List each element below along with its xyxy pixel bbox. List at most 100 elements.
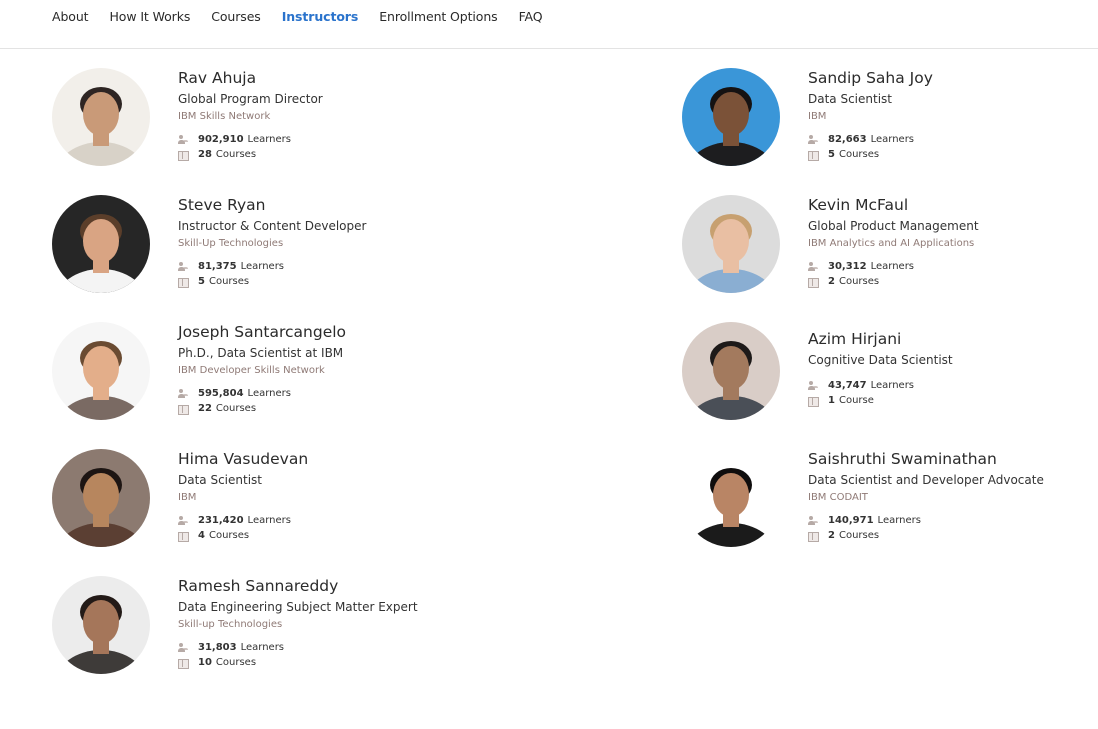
instructor-info: Ramesh Sannareddy Data Engineering Subje…	[178, 576, 498, 670]
courses-label: Courses	[208, 529, 250, 541]
instructor-name[interactable]: Kevin McFaul	[808, 195, 1098, 216]
learners-label: Learners	[247, 514, 291, 526]
instructor-portrait	[52, 576, 150, 674]
instructor-card: Sandip Saha Joy Data Scientist IBM 82,66…	[682, 68, 1098, 178]
courses-stat: 5 Courses	[808, 147, 1098, 162]
instructor-photo[interactable]	[52, 195, 150, 293]
instructor-card: Hima Vasudevan Data Scientist IBM 231,42…	[52, 449, 502, 559]
instructor-name[interactable]: Ramesh Sannareddy	[178, 576, 498, 597]
instructor-card: Azim Hirjani Cognitive Data Scientist 43…	[682, 322, 1098, 432]
learners-icon	[808, 380, 820, 391]
instructor-organization: IBM Analytics and AI Applications	[808, 238, 975, 249]
instructor-photo[interactable]	[52, 576, 150, 674]
instructor-photo[interactable]	[682, 322, 780, 420]
instructor-stats: 30,312 Learners 2 Courses	[808, 259, 1098, 289]
nav-list: About How It Works Courses Instructors E…	[52, 8, 564, 25]
learners-label: Learners	[870, 260, 915, 272]
courses-icon	[178, 277, 190, 288]
instructor-name[interactable]: Rav Ahuja	[178, 68, 498, 89]
instructor-portrait	[52, 195, 150, 293]
instructor-name[interactable]: Azim Hirjani	[808, 329, 1098, 350]
instructor-organization: IBM	[808, 111, 827, 122]
portrait-face	[83, 473, 119, 517]
learners-count: 31,803	[198, 641, 237, 653]
portrait-face	[83, 346, 119, 390]
nav-item-enrollment-options[interactable]: Enrollment Options	[379, 8, 497, 25]
learners-label: Learners	[870, 133, 915, 145]
instructor-photo[interactable]	[682, 68, 780, 166]
courses-stat: 5 Courses	[178, 274, 498, 289]
instructor-title: Data Scientist and Developer Advocate	[808, 473, 1044, 487]
nav-item-faq[interactable]: FAQ	[519, 8, 543, 25]
portrait-face	[713, 473, 749, 517]
learners-label: Learners	[877, 514, 921, 526]
learners-stat: 902,910 Learners	[178, 132, 498, 147]
courses-stat: 22 Courses	[178, 401, 498, 416]
instructor-stats: 595,804 Learners 22 Courses	[178, 386, 498, 416]
instructor-portrait	[682, 68, 780, 166]
courses-label: Courses	[838, 148, 880, 160]
learners-icon	[808, 515, 820, 526]
instructor-name[interactable]: Joseph Santarcangelo	[178, 322, 498, 343]
instructor-photo[interactable]	[52, 68, 150, 166]
instructor-card: Joseph Santarcangelo Ph.D., Data Scienti…	[52, 322, 502, 432]
courses-icon	[178, 150, 190, 161]
instructor-name[interactable]: Steve Ryan	[178, 195, 498, 216]
instructor-portrait	[52, 322, 150, 420]
courses-count: 22	[198, 402, 212, 414]
instructor-organization: Skill-up Technologies	[178, 619, 283, 630]
courses-icon	[178, 404, 190, 415]
courses-label: Course	[838, 394, 874, 406]
courses-count: 1	[828, 394, 835, 406]
instructor-title: Cognitive Data Scientist	[808, 353, 953, 367]
instructor-info: Saishruthi Swaminathan Data Scientist an…	[808, 449, 1098, 543]
instructor-photo[interactable]	[682, 449, 780, 547]
learners-stat: 140,971 Learners	[808, 513, 1098, 528]
instructor-info: Hima Vasudevan Data Scientist IBM 231,42…	[178, 449, 498, 543]
courses-count: 2	[828, 275, 835, 287]
instructor-stats: 81,375 Learners 5 Courses	[178, 259, 498, 289]
learners-stat: 31,803 Learners	[178, 640, 498, 655]
nav-item-how-it-works[interactable]: How It Works	[109, 8, 190, 25]
instructor-stats: 231,420 Learners 4 Courses	[178, 513, 498, 543]
learners-count: 902,910	[198, 133, 244, 145]
instructor-photo[interactable]	[52, 322, 150, 420]
learners-count: 43,747	[828, 379, 867, 391]
courses-stat: 10 Courses	[178, 655, 498, 670]
learners-icon	[178, 642, 190, 653]
courses-stat: 2 Courses	[808, 528, 1098, 543]
instructor-title: Global Product Management	[808, 219, 979, 233]
instructor-name[interactable]: Saishruthi Swaminathan	[808, 449, 1098, 470]
portrait-face	[83, 92, 119, 136]
instructor-info: Kevin McFaul Global Product Management I…	[808, 195, 1098, 289]
courses-icon	[808, 150, 820, 161]
courses-count: 4	[198, 529, 205, 541]
instructor-card: Rav Ahuja Global Program Director IBM Sk…	[52, 68, 502, 178]
nav-item-about[interactable]: About	[52, 8, 89, 25]
instructor-title: Data Engineering Subject Matter Expert	[178, 600, 418, 614]
courses-label: Courses	[838, 529, 880, 541]
learners-icon	[178, 261, 190, 272]
nav-item-instructors[interactable]: Instructors	[282, 8, 359, 25]
courses-stat: 4 Courses	[178, 528, 498, 543]
instructor-card: Steve Ryan Instructor & Content Develope…	[52, 195, 502, 305]
instructor-portrait	[52, 449, 150, 547]
instructor-photo[interactable]	[682, 195, 780, 293]
learners-label: Learners	[247, 133, 291, 145]
instructor-photo[interactable]	[52, 449, 150, 547]
learners-stat: 82,663 Learners	[808, 132, 1098, 147]
instructor-stats: 82,663 Learners 5 Courses	[808, 132, 1098, 162]
instructor-name[interactable]: Hima Vasudevan	[178, 449, 498, 470]
top-navigation: About How It Works Courses Instructors E…	[0, 0, 1098, 49]
portrait-face	[713, 346, 749, 390]
instructor-organization: Skill-Up Technologies	[178, 238, 284, 249]
nav-item-courses[interactable]: Courses	[211, 8, 261, 25]
learners-count: 82,663	[828, 133, 867, 145]
portrait-face	[713, 92, 749, 136]
instructor-name[interactable]: Sandip Saha Joy	[808, 68, 1098, 89]
learners-icon	[178, 134, 190, 145]
courses-label: Courses	[215, 656, 257, 668]
instructor-stats: 902,910 Learners 28 Courses	[178, 132, 498, 162]
courses-count: 2	[828, 529, 835, 541]
instructor-organization: IBM Skills Network	[178, 111, 271, 122]
